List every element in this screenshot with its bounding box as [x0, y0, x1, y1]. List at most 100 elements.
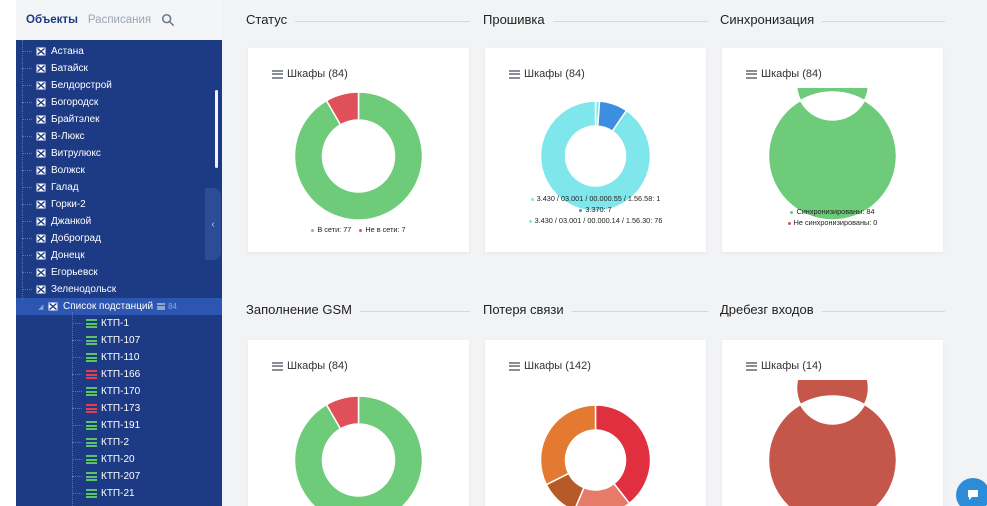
donut-chart [293, 91, 424, 221]
tree-item-label: Галад [51, 182, 79, 193]
substation-item[interactable]: КТП-173 [16, 400, 222, 417]
legend-dot [359, 228, 363, 232]
section-divider [295, 21, 470, 22]
card-title: Шкафы (14) [761, 360, 822, 372]
chart-card[interactable]: Шкафы (84) 3.430 / 03.001 / 00.000.55 / 1… [485, 48, 706, 252]
tree-item[interactable]: Горки-2 [16, 196, 222, 213]
donut-slice[interactable] [539, 404, 597, 486]
tree-item[interactable]: Астана [16, 43, 222, 60]
tree-item[interactable]: В-Люкс [16, 128, 222, 145]
tree-item-label: Богородск [51, 97, 99, 108]
legend-entry[interactable]: Синхронизированы: 84 [790, 207, 875, 216]
tab-objects[interactable]: Объекты [26, 14, 78, 26]
object-icon [36, 200, 46, 209]
substation-label: КТП-2 [101, 437, 130, 448]
tree-connector [22, 238, 32, 239]
object-icon [48, 302, 58, 311]
legend-entry[interactable]: Не в сети: 7 [359, 225, 406, 234]
tree-connector [22, 153, 32, 154]
card-title: Шкафы (142) [524, 360, 591, 372]
legend-line: Синхронизированы: 84 [722, 206, 943, 217]
tree-item[interactable]: Доброград [16, 230, 222, 247]
substation-item[interactable]: КТП-170 [16, 383, 222, 400]
tree-connector [72, 459, 82, 460]
chart-card[interactable]: Шкафы (84) Синхронизированы: 84 Не синхрон… [722, 48, 943, 252]
section-divider [572, 311, 708, 312]
tree-item[interactable]: Галад [16, 179, 222, 196]
legend-entry[interactable]: 3.370: 7 [579, 205, 612, 214]
tree-item[interactable]: Джанкой [16, 213, 222, 230]
donut-chart [293, 395, 424, 506]
substation-label: КТП-207 [101, 471, 141, 482]
tree-item[interactable]: Брайтэлек [16, 111, 222, 128]
card-header: Шкафы (84) [509, 68, 585, 80]
tree-item[interactable]: Егорьевск [16, 264, 222, 281]
donut-chart [767, 380, 898, 506]
tree-connector [72, 476, 82, 477]
substation-item[interactable]: КТП-20 [16, 451, 222, 468]
substation-label: КТП-107 [101, 335, 141, 346]
legend-text: В сети: 77 [317, 225, 352, 234]
group-label: Список подстанций [63, 301, 154, 312]
substation-item[interactable]: КТП-1 [16, 315, 222, 332]
section-divider [553, 21, 708, 22]
tree-item-label: Зеленодольск [51, 284, 117, 295]
legend-entry[interactable]: В сети: 77 [311, 225, 351, 234]
chart-card[interactable]: Шкафы (142) [485, 340, 706, 506]
cabinet-stack-icon [157, 303, 166, 310]
tree-item[interactable]: Зеленодольск [16, 281, 222, 298]
sidebar-collapse-handle[interactable]: ‹ [205, 188, 221, 260]
legend-entry[interactable]: 3.430 / 03.001 / 00.000.14 / 1.56.30: 76 [528, 216, 662, 225]
legend-line: В сети: 77 Не в сети: 7 [248, 224, 469, 235]
chart-card[interactable]: Шкафы (14) [722, 340, 943, 506]
substation-item[interactable]: КТП-166 [16, 366, 222, 383]
chat-button[interactable] [956, 478, 987, 506]
expand-arrow-icon[interactable]: ◢ [38, 303, 46, 311]
tree-item-label: Доброград [51, 233, 101, 244]
card-title: Шкафы (84) [287, 68, 348, 80]
substation-item[interactable]: КТП-107 [16, 332, 222, 349]
donut-chart [539, 404, 652, 506]
cabinet-stack-icon [746, 361, 757, 371]
tree-item[interactable]: Волжск [16, 162, 222, 179]
substation-item[interactable]: КТП-110 [16, 349, 222, 366]
tree-connector [22, 221, 32, 222]
cabinet-stack-icon [86, 421, 97, 430]
substation-item[interactable]: КТП-191 [16, 417, 222, 434]
chart-card[interactable]: Шкафы (84) [248, 340, 469, 506]
tree-item[interactable]: Батайск [16, 60, 222, 77]
substation-label: КТП-170 [101, 386, 141, 397]
legend-text: Синхронизированы: 84 [796, 207, 875, 216]
object-icon [36, 64, 46, 73]
substation-list-group[interactable]: ◢ Список подстанций 84 [16, 298, 222, 315]
legend-entry[interactable]: 3.430 / 03.001 / 00.000.55 / 1.56.58: 1 [530, 194, 661, 203]
cabinet-stack-icon [86, 319, 97, 328]
tree-connector [22, 102, 32, 103]
tab-schedules[interactable]: Расписания [88, 14, 151, 26]
object-icon [36, 98, 46, 107]
legend-text: 3.430 / 03.001 / 00.000.55 / 1.56.58: 1 [536, 194, 661, 203]
tree-item[interactable]: Донецк [16, 247, 222, 264]
card-header: Шкафы (84) [272, 360, 348, 372]
sidebar-scrollbar[interactable] [215, 90, 218, 168]
substation-item[interactable]: КТП-207 [16, 468, 222, 485]
section-title: Дребезг входов [720, 302, 814, 317]
search-icon[interactable] [161, 13, 175, 27]
cabinet-stack-icon [86, 455, 97, 464]
tree-item-label: Астана [51, 46, 84, 57]
substation-item[interactable]: КТП-2 [16, 434, 222, 451]
tree-connector [72, 374, 82, 375]
card-title: Шкафы (84) [287, 360, 348, 372]
tree-item[interactable]: Белдорстрой [16, 77, 222, 94]
tree-connector [72, 357, 82, 358]
donut-slice[interactable] [767, 380, 898, 506]
cabinet-stack-icon [86, 387, 97, 396]
chart-card[interactable]: Шкафы (84) В сети: 77 Не в сети: 7 [248, 48, 469, 252]
donut-slice[interactable] [767, 88, 898, 221]
tree-item[interactable]: Богородск [16, 94, 222, 111]
cabinet-stack-icon [272, 69, 283, 79]
tree-item[interactable]: Витрулюкс [16, 145, 222, 162]
tree-connector [22, 272, 32, 273]
substation-item[interactable]: КТП-21 [16, 485, 222, 502]
legend-entry[interactable]: Не синхронизированы: 0 [787, 218, 877, 227]
